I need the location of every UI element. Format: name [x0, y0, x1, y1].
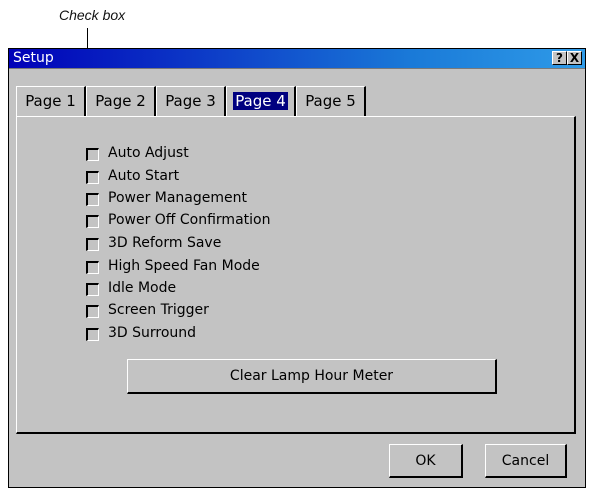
tab-label: Page 4 — [233, 92, 288, 110]
title-bar[interactable]: Setup ? X — [9, 49, 585, 69]
3d-surround-checkbox[interactable] — [86, 328, 99, 341]
window-title: Setup — [13, 50, 54, 66]
auto-adjust-checkbox[interactable] — [86, 148, 99, 161]
tab-page-3[interactable]: Page 3 — [156, 86, 226, 116]
power-management-checkbox[interactable] — [86, 193, 99, 206]
option-label: Power Management — [108, 190, 248, 206]
cancel-button[interactable]: Cancel — [485, 444, 567, 478]
power-off-confirmation-checkbox[interactable] — [86, 215, 99, 228]
ok-button[interactable]: OK — [389, 444, 463, 478]
tab-page-2[interactable]: Page 2 — [86, 86, 156, 116]
3d-reform-save-checkbox[interactable] — [86, 238, 99, 251]
tab-label: Page 2 — [95, 92, 146, 110]
tab-label: Page 5 — [305, 92, 356, 110]
tab-label: Page 1 — [25, 92, 76, 110]
close-button[interactable]: X — [567, 51, 582, 65]
option-label: Idle Mode — [108, 280, 177, 296]
option-label: 3D Surround — [108, 325, 197, 341]
option-label: Auto Adjust — [108, 145, 189, 161]
clear-lamp-hour-meter-button[interactable]: Clear Lamp Hour Meter — [127, 359, 497, 394]
annotation-label: Check box — [59, 7, 126, 23]
setup-dialog: Setup ? X Page 1 Page 2 Page 3 Page 4 Pa… — [8, 48, 586, 488]
auto-start-checkbox[interactable] — [86, 171, 99, 184]
tab-panel-page-4: Auto Adjust Auto Start Power Management … — [16, 116, 576, 434]
option-label: 3D Reform Save — [108, 235, 222, 251]
high-speed-fan-mode-checkbox[interactable] — [86, 261, 99, 274]
tab-label: Page 3 — [165, 92, 216, 110]
option-label: Power Off Confirmation — [108, 212, 271, 228]
option-label: Screen Trigger — [108, 302, 209, 318]
idle-mode-checkbox[interactable] — [86, 283, 99, 296]
option-label: High Speed Fan Mode — [108, 258, 260, 274]
tab-page-1[interactable]: Page 1 — [16, 86, 86, 116]
tab-page-4[interactable]: Page 4 — [226, 86, 296, 116]
option-label: Auto Start — [108, 168, 180, 184]
help-button[interactable]: ? — [552, 51, 567, 65]
tab-page-5[interactable]: Page 5 — [296, 86, 366, 116]
screen-trigger-checkbox[interactable] — [86, 305, 99, 318]
